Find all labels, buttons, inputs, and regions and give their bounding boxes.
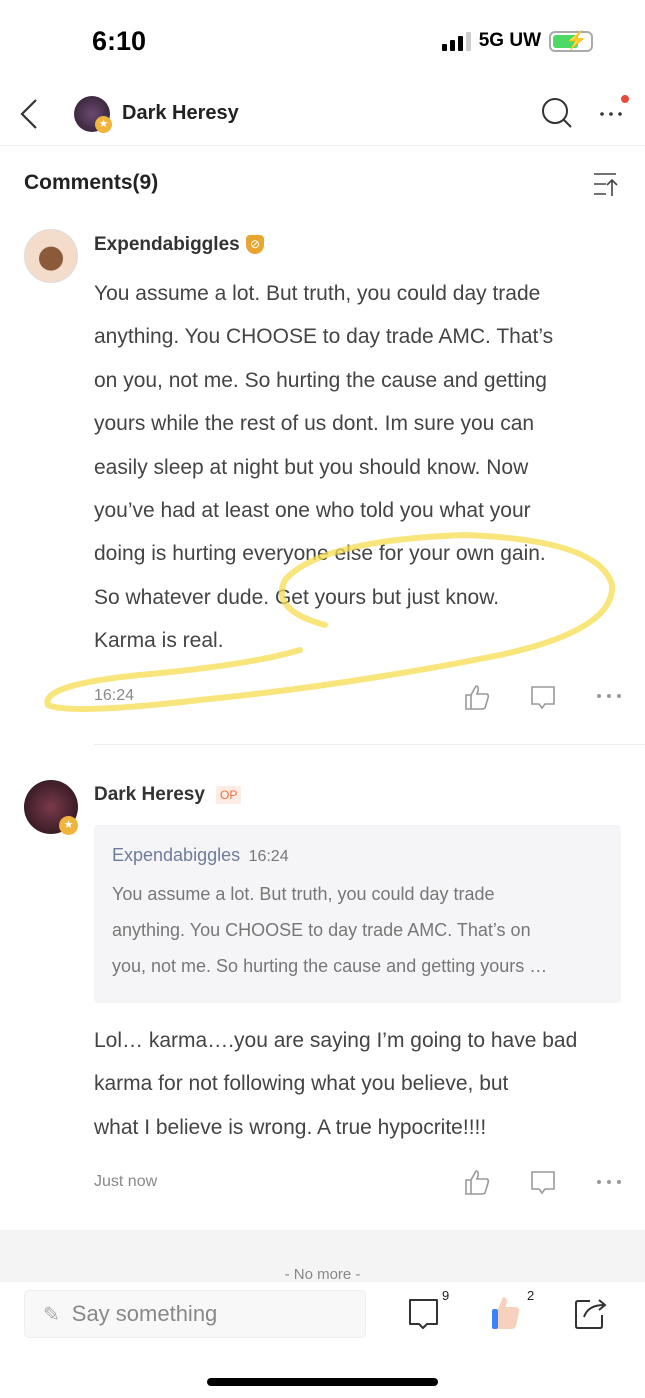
more-options-icon[interactable] xyxy=(596,1178,622,1186)
comment-body: Lol… karma….you are saying I’m going to … xyxy=(94,1019,577,1149)
divider xyxy=(94,744,645,745)
comment-line: what I believe is wrong. A true hypocrit… xyxy=(94,1115,487,1139)
battery-icon: ⚡ xyxy=(549,30,593,52)
shield-badge-icon: ⊘ xyxy=(246,235,264,254)
comment-line: easily sleep at night but you should kno… xyxy=(94,455,529,479)
quote-line: anything. You CHOOSE to day trade AMC. T… xyxy=(112,920,531,940)
network-label: 5G UW xyxy=(478,30,541,51)
share-icon[interactable] xyxy=(574,1295,610,1331)
star-badge-icon: ★ xyxy=(95,116,112,133)
like-filled-icon[interactable] xyxy=(490,1295,524,1331)
quote-line: you, not me. So hurting the cause and ge… xyxy=(112,956,548,976)
highlight-scribble xyxy=(44,531,616,712)
signal-icon xyxy=(441,31,471,51)
back-icon[interactable] xyxy=(18,98,40,130)
sort-icon[interactable] xyxy=(592,172,620,198)
quote-author: Expendabiggles xyxy=(112,845,241,865)
comment-line: karma for not following what you believe… xyxy=(94,1072,509,1096)
comment-line: on you, not me. So hurting the cause and… xyxy=(94,368,547,392)
quote-time: 16:24 xyxy=(248,848,289,865)
status-icons: 5G UW ⚡ xyxy=(441,30,593,52)
more-icon[interactable] xyxy=(598,92,632,122)
comment-line: yours while the rest of us dont. Im sure… xyxy=(94,412,535,436)
comment-input[interactable]: ✎ Say something xyxy=(24,1290,366,1338)
status-time: 6:10 xyxy=(92,26,147,56)
comment-line: anything. You CHOOSE to day trade AMC. T… xyxy=(94,325,554,349)
quote-line: You assume a lot. But truth, you could d… xyxy=(112,884,495,904)
no-more-label: - No more - xyxy=(284,1266,361,1283)
op-badge: OP xyxy=(216,786,242,804)
like-icon[interactable] xyxy=(463,1168,491,1196)
comment-line: You assume a lot. But truth, you could d… xyxy=(94,282,541,305)
comment-author[interactable]: Expendabiggles xyxy=(94,234,240,256)
reply-icon[interactable] xyxy=(530,1170,556,1196)
comment-line: Lol… karma….you are saying I’m going to … xyxy=(94,1029,578,1052)
like-count: 2 xyxy=(527,1288,535,1303)
comment-time: Just now xyxy=(94,1173,158,1190)
comments-icon[interactable] xyxy=(407,1297,441,1331)
home-indicator xyxy=(207,1378,438,1386)
input-placeholder: Say something xyxy=(71,1301,218,1326)
star-badge-icon: ★ xyxy=(59,816,78,835)
commenter-avatar[interactable] xyxy=(24,229,78,283)
search-icon[interactable] xyxy=(541,97,573,129)
pencil-icon: ✎ xyxy=(43,1303,60,1326)
nav-title[interactable]: Dark Heresy xyxy=(122,102,239,125)
comments-header: Comments(9) xyxy=(24,171,159,194)
quoted-comment[interactable]: Expendabiggles 16:24 You assume a lot. B… xyxy=(94,825,621,1003)
comment-author[interactable]: Dark Heresy xyxy=(94,784,205,806)
comment-count: 9 xyxy=(442,1288,450,1303)
